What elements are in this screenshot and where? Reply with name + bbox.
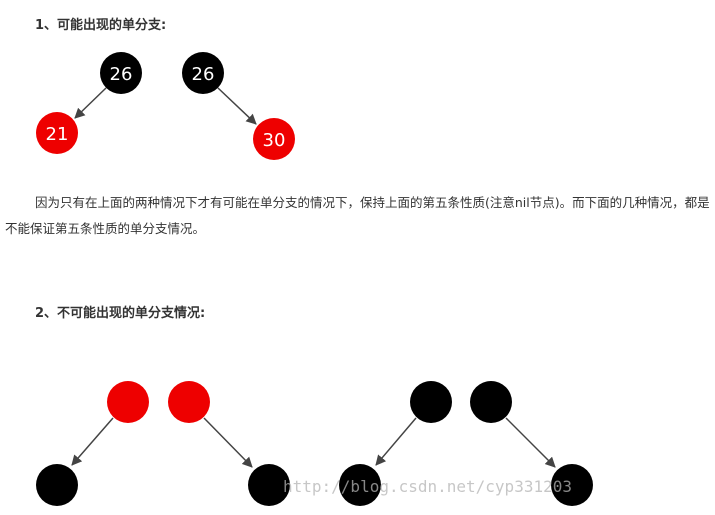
tree-diagrams: 26 21 26 30: [36, 52, 593, 506]
edge: [203, 417, 253, 468]
explanation-paragraph: 因为只有在上面的两种情况下才有可能在单分支的情况下，保持上面的第五条性质(注意n…: [5, 190, 710, 242]
black-parent-node: [410, 381, 452, 423]
edge-26-to-30: [217, 87, 257, 125]
edge: [505, 417, 556, 468]
edge: [71, 417, 114, 466]
edge-26-to-21: [74, 87, 107, 119]
invalid-red-parent-right-diagram: [168, 381, 290, 506]
invalid-red-parent-left-diagram: [36, 381, 149, 506]
node-26-label: 26: [192, 64, 215, 85]
single-branch-left-diagram: 26 21: [36, 52, 142, 154]
single-branch-right-diagram: 26 30: [182, 52, 295, 160]
node-26-label: 26: [110, 64, 133, 85]
black-parent-node: [470, 381, 512, 423]
paragraph-line-1: 因为只有在上面的两种情况下才有可能在单分支的情况下，保持上面的第五条性质(注意n…: [35, 195, 635, 210]
black-child-node: [36, 464, 78, 506]
edge: [375, 417, 417, 466]
red-parent-node: [168, 381, 210, 423]
node-30-label: 30: [263, 130, 286, 151]
watermark: http://blog.csdn.net/cyp331203: [283, 477, 572, 496]
node-21-label: 21: [46, 124, 69, 145]
section-2-heading: 2、不可能出现的单分支情况:: [35, 306, 206, 321]
red-parent-node: [107, 381, 149, 423]
